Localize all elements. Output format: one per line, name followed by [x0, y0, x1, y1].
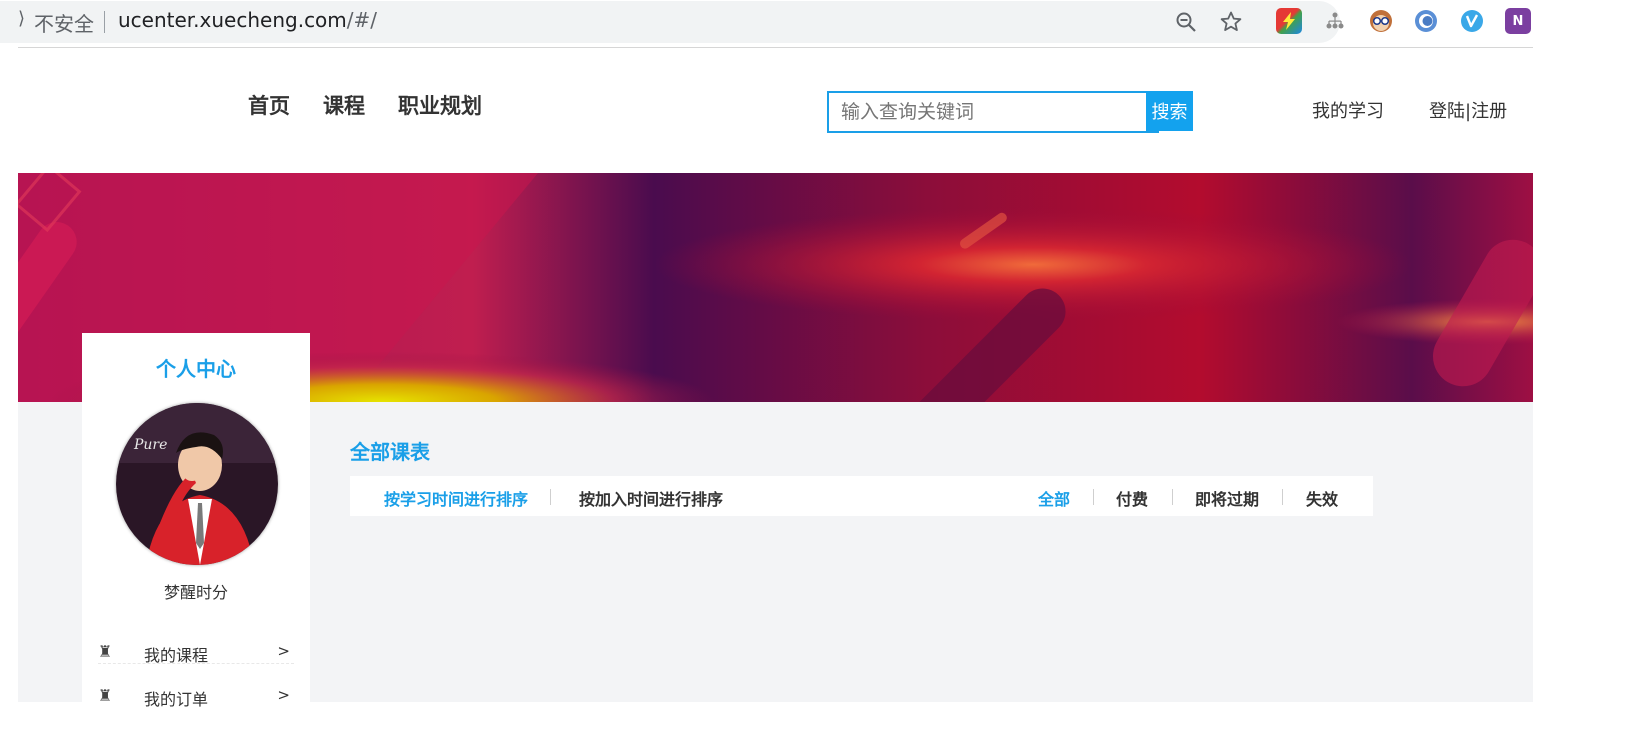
filter-separator — [1172, 489, 1173, 505]
personal-center-title: 个人中心 — [156, 357, 236, 381]
nav-courses[interactable]: 课程 — [323, 90, 365, 120]
sidebar-item-label: 我的订单 — [144, 690, 209, 709]
profile-card: 个人中心 Pure 梦醒时分 ♜ 我的课程 > ♜ 我的订单 > — [82, 333, 310, 709]
avatar[interactable]: Pure — [116, 403, 278, 565]
extension-glasses-icon[interactable] — [1368, 8, 1394, 34]
all-courses-title: 全部课表 — [350, 440, 430, 464]
security-label[interactable]: 不安全 — [34, 8, 94, 37]
url-text[interactable]: ucenter.xuecheng.com/#/ — [118, 8, 377, 32]
filter-separator — [1093, 489, 1094, 505]
filter-expiring[interactable]: 即将过期 — [1195, 486, 1259, 510]
username: 梦醒时分 — [163, 583, 228, 602]
browser-toolbar: ⟩ 不安全 ucenter.xuecheng.com/#/ N — [0, 0, 1647, 46]
toolbar-divider — [18, 47, 1533, 48]
filter-invalid[interactable]: 失效 — [1306, 486, 1338, 510]
filter-separator — [550, 489, 551, 505]
rook-icon: ♜ — [98, 686, 113, 705]
sidebar-item-my-orders[interactable]: ♜ 我的订单 > — [98, 678, 294, 718]
extension-circle-icon[interactable] — [1413, 8, 1439, 34]
my-learning-link[interactable]: 我的学习 — [1312, 97, 1384, 123]
onenote-icon[interactable]: N — [1505, 8, 1531, 34]
extension-bolt-icon[interactable] — [1276, 8, 1302, 34]
nav-home[interactable]: 首页 — [248, 90, 290, 120]
filter-paid[interactable]: 付费 — [1116, 486, 1148, 510]
info-icon[interactable]: ⟩ — [18, 8, 25, 29]
bookmark-star-icon[interactable] — [1218, 9, 1244, 35]
nav-career[interactable]: 职业规划 — [398, 90, 482, 120]
sort-by-join-time[interactable]: 按加入时间进行排序 — [579, 486, 723, 510]
extension-tree-icon[interactable] — [1322, 8, 1348, 34]
avatar-caption: Pure — [133, 437, 167, 453]
menu-divider — [98, 663, 294, 664]
zoom-out-icon[interactable] — [1173, 9, 1199, 35]
login-register-link[interactable]: 登陆|注册 — [1429, 97, 1507, 123]
filter-all[interactable]: 全部 — [1038, 486, 1070, 510]
chevron-right-icon: > — [277, 642, 290, 660]
filter-separator — [1282, 489, 1283, 505]
extension-v-icon[interactable] — [1459, 8, 1485, 34]
rook-icon: ♜ — [98, 642, 113, 661]
sort-by-study-time[interactable]: 按学习时间进行排序 — [384, 486, 528, 510]
address-separator — [104, 11, 105, 33]
course-filter-bar: 按学习时间进行排序 按加入时间进行排序 全部 付费 即将过期 失效 — [350, 476, 1373, 516]
search-input[interactable] — [827, 91, 1159, 133]
search-button[interactable]: 搜索 — [1146, 91, 1193, 131]
chevron-right-icon: > — [277, 686, 290, 704]
sidebar-item-my-courses[interactable]: ♜ 我的课程 > — [98, 634, 294, 674]
